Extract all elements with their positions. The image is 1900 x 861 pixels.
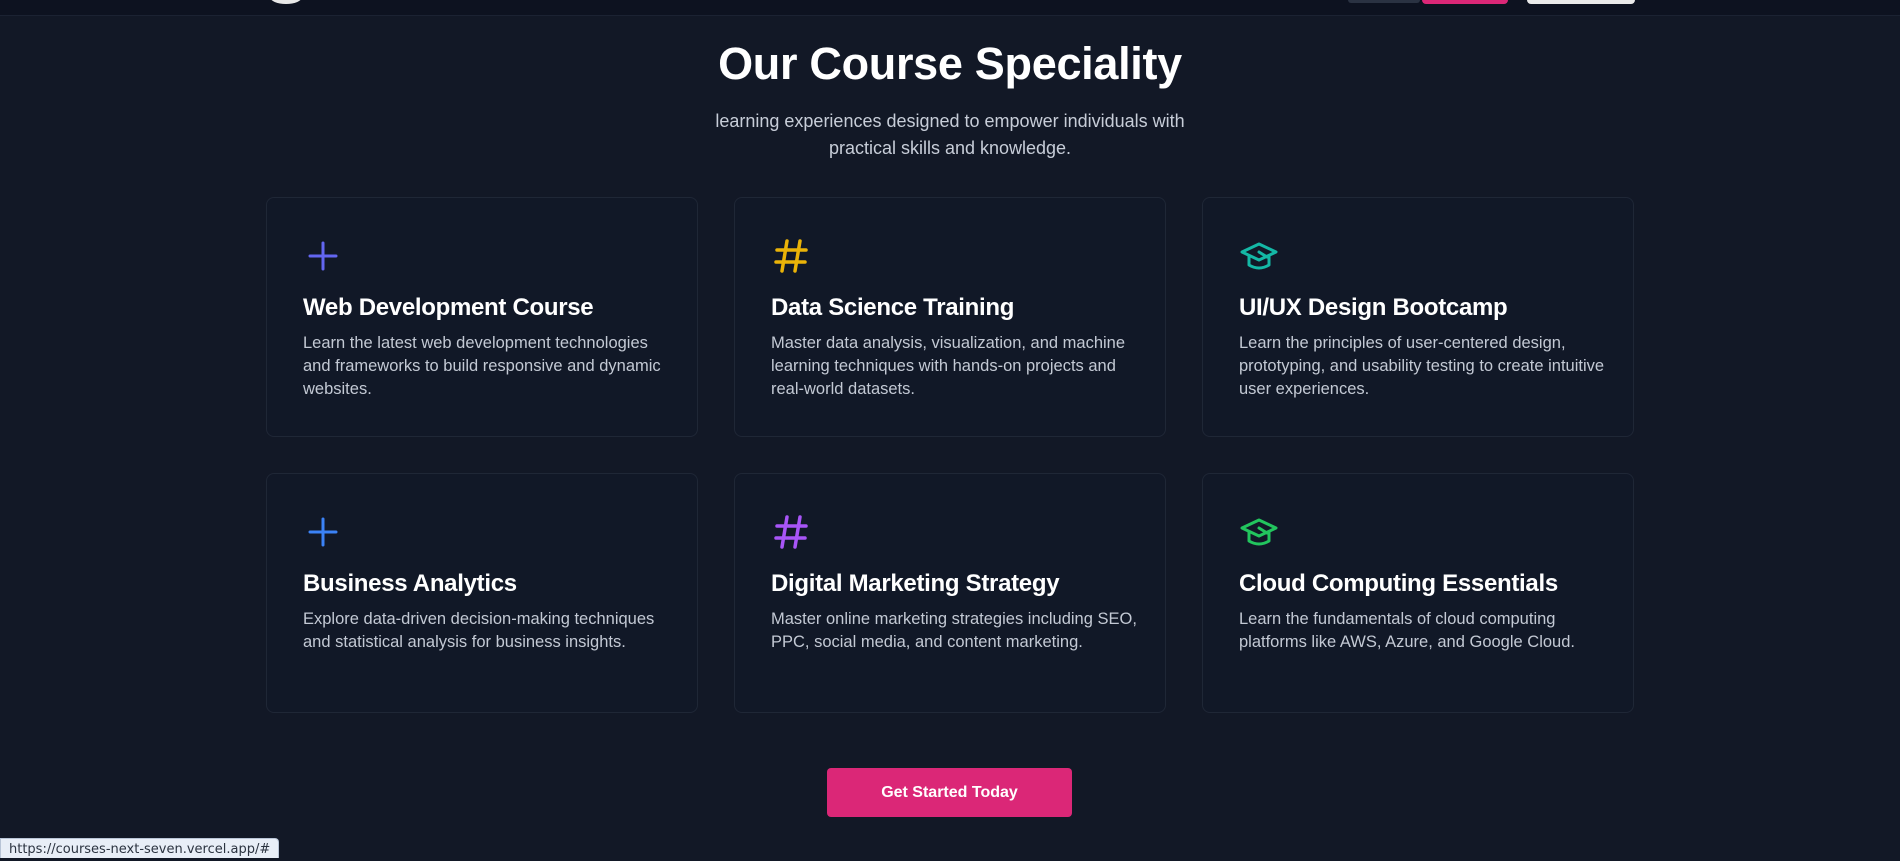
browser-status-url: https://courses-next-seven.vercel.app/# (0, 838, 280, 858)
top-navbar (0, 0, 1900, 16)
course-description: Learn the latest web development technol… (303, 334, 661, 398)
course-description: Learn the principles of user-centered de… (1239, 334, 1605, 398)
hash-icon (771, 512, 811, 552)
course-card-business-analytics[interactable]: Business Analytics Explore data-driven d… (266, 473, 698, 713)
course-title: Business Analytics (303, 570, 517, 597)
plus-icon-shape (308, 517, 338, 547)
hash-icon-shape (774, 239, 808, 273)
course-title: Data Science Training (771, 294, 1015, 321)
course-title: Web Development Course (303, 294, 594, 321)
course-card-web-development[interactable]: Web Development Course Learn the latest … (266, 197, 698, 437)
graduation-cap-icon (1239, 236, 1279, 276)
graduation-cap-icon (1239, 512, 1279, 552)
course-description: Master data analysis, visualization, and… (771, 334, 1126, 398)
course-title: Cloud Computing Essentials (1239, 570, 1558, 597)
plus-icon (303, 512, 343, 552)
course-card-data-science[interactable]: Data Science Training Master data analys… (734, 197, 1166, 437)
graduation-cap-icon-shape (1240, 242, 1278, 270)
plus-icon-shape (308, 241, 338, 271)
hash-icon (771, 236, 811, 276)
course-card-digital-marketing[interactable]: Digital Marketing Strategy Master online… (734, 473, 1166, 713)
nav-button-outline[interactable] (1527, 0, 1635, 4)
section-title: Our Course Speciality (718, 38, 1182, 89)
course-description: Master online marketing strategies inclu… (771, 610, 1137, 651)
course-title: Digital Marketing Strategy (771, 570, 1060, 597)
nav-button-primary[interactable] (1422, 0, 1508, 4)
hash-icon-shape (774, 515, 808, 549)
plus-icon (303, 236, 343, 276)
section-subtitle: learning experiences designed to empower… (715, 111, 1185, 158)
course-description: Learn the fundamentals of cloud computin… (1239, 610, 1575, 651)
graduation-cap-icon-shape (1240, 518, 1278, 546)
course-card-cloud-computing[interactable]: Cloud Computing Essentials Learn the fun… (1202, 473, 1634, 713)
site-logo[interactable] (270, 0, 302, 4)
get-started-button[interactable]: Get Started Today (827, 768, 1072, 817)
nav-button-secondary[interactable] (1348, 0, 1420, 3)
course-description: Explore data-driven decision-making tech… (303, 610, 655, 651)
course-title: UI/UX Design Bootcamp (1239, 294, 1508, 321)
course-card-uiux-design[interactable]: UI/UX Design Bootcamp Learn the principl… (1202, 197, 1634, 437)
